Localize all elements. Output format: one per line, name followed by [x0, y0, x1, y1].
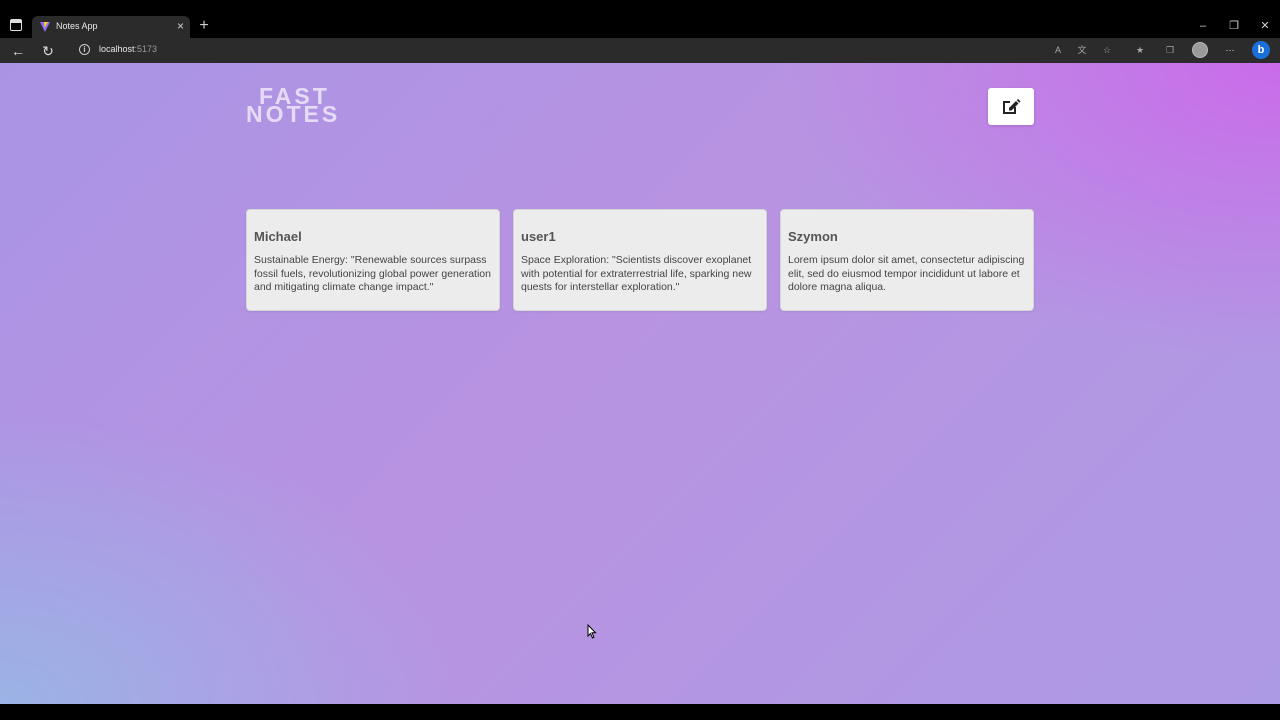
notes-list: Michael Sustainable Energy: "Renewable s… [246, 209, 1034, 312]
note-card[interactable]: Michael Sustainable Energy: "Renewable s… [246, 209, 500, 311]
window-close-button[interactable]: ✕ [1256, 18, 1274, 34]
note-author: Michael [254, 229, 302, 244]
browser-toolbar: ← ↻ i localhost:5173 A 文 ☆ ★ ❐ ⋯ b [0, 38, 1280, 63]
read-aloud-icon[interactable]: A [1051, 43, 1065, 57]
favorites-icon[interactable]: ★ [1133, 43, 1147, 57]
tab-close-icon[interactable]: × [177, 19, 184, 33]
add-favorite-icon[interactable]: ☆ [1100, 43, 1114, 57]
refresh-icon[interactable]: ↻ [38, 41, 58, 61]
bottom-bar [0, 704, 1280, 720]
url-host: localhost [99, 44, 135, 54]
restore-button[interactable]: ❐ [1225, 18, 1243, 34]
bing-copilot-icon[interactable]: b [1252, 41, 1270, 59]
note-author: user1 [521, 229, 556, 244]
note-text: Lorem ipsum dolor sit amet, consectetur … [788, 254, 1025, 293]
tab-actions-icon[interactable] [10, 19, 22, 31]
more-options-icon[interactable]: ⋯ [1223, 43, 1237, 57]
note-card[interactable]: Szymon Lorem ipsum dolor sit amet, conse… [780, 209, 1034, 311]
tab-title: Notes App [56, 21, 98, 31]
collections-icon[interactable]: ❐ [1163, 43, 1177, 57]
note-card[interactable]: user1 Space Exploration: "Scientists dis… [513, 209, 767, 311]
site-info-icon[interactable]: i [79, 44, 90, 55]
logo-line-notes: NOTES [246, 101, 341, 127]
url-text: localhost:5173 [99, 44, 157, 54]
back-arrow-icon[interactable]: ← [8, 41, 28, 61]
new-tab-button[interactable]: + [196, 16, 212, 36]
note-author: Szymon [788, 229, 838, 244]
translate-icon[interactable]: 文 [1075, 43, 1089, 57]
note-text: Space Exploration: "Scientists discover … [521, 254, 752, 293]
url-port: :5173 [134, 44, 158, 54]
minimize-button[interactable]: – [1194, 18, 1212, 34]
vite-logo-icon [40, 22, 50, 32]
page-viewport: FAST NOTES Michael Sustainable Energy: "… [0, 63, 1280, 704]
pencil-square-icon [1003, 99, 1021, 114]
mouse-cursor-icon [587, 624, 597, 639]
new-note-button[interactable] [988, 88, 1034, 125]
profile-avatar[interactable] [1192, 42, 1208, 58]
note-text: Sustainable Energy: "Renewable sources s… [254, 254, 491, 293]
browser-titlebar: Notes App × + – ❐ ✕ [0, 0, 1280, 38]
address-bar[interactable]: i localhost:5173 [70, 39, 1070, 61]
browser-tab[interactable]: Notes App × [32, 16, 190, 38]
